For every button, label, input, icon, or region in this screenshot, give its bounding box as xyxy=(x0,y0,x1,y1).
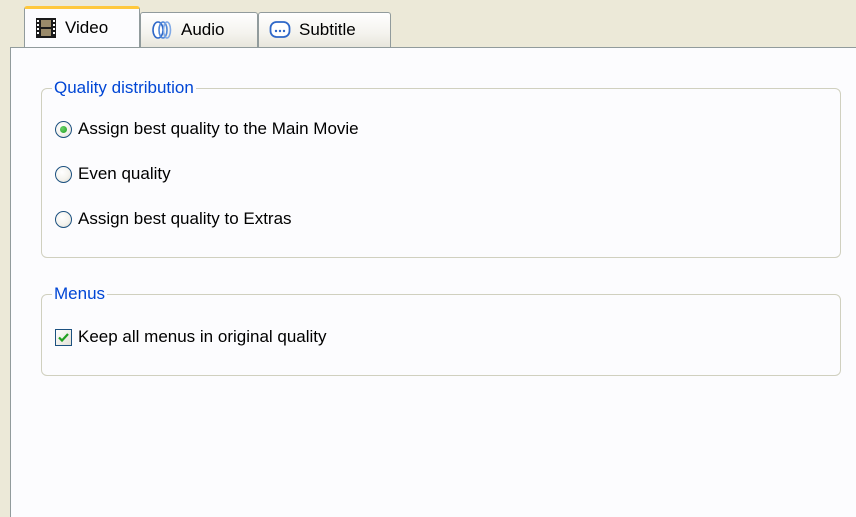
radio-even-quality[interactable]: Even quality xyxy=(55,164,171,184)
tab-subtitle-label: Subtitle xyxy=(299,20,356,39)
radio-button[interactable] xyxy=(55,120,72,138)
radio-selected-dot xyxy=(60,125,67,133)
video-tab-panel: Quality distribution Assign best quality… xyxy=(10,47,856,517)
tab-video[interactable]: Video xyxy=(24,6,140,47)
radio-best-extras-label: Assign best quality to Extras xyxy=(78,209,292,228)
radio-button[interactable] xyxy=(55,210,72,228)
tab-audio-label: Audio xyxy=(181,20,225,39)
tab-audio[interactable]: Audio xyxy=(140,12,258,47)
keep-menus-label: Keep all menus in original quality xyxy=(78,327,327,346)
quality-distribution-legend: Quality distribution xyxy=(54,78,194,97)
menus-legend: Menus xyxy=(54,284,106,303)
film-strip-icon xyxy=(35,17,57,39)
tab-strip: Video Audio Subtitle xyxy=(0,0,856,50)
checkmark-icon xyxy=(58,332,69,342)
radio-best-main-movie[interactable]: Assign best quality to the Main Movie xyxy=(55,119,359,139)
radio-best-extras[interactable]: Assign best quality to Extras xyxy=(55,209,292,229)
radio-even-quality-label: Even quality xyxy=(78,164,171,183)
speaker-wave-icon xyxy=(151,19,173,41)
radio-best-main-movie-label: Assign best quality to the Main Movie xyxy=(78,119,359,138)
radio-button[interactable] xyxy=(55,165,72,183)
keep-menus-checkbox-row[interactable]: Keep all menus in original quality xyxy=(55,327,327,347)
tab-video-label: Video xyxy=(65,18,109,37)
keep-menus-checkbox[interactable] xyxy=(55,328,72,346)
tab-subtitle[interactable]: Subtitle xyxy=(258,12,391,47)
subtitle-bubble-icon xyxy=(269,19,291,41)
